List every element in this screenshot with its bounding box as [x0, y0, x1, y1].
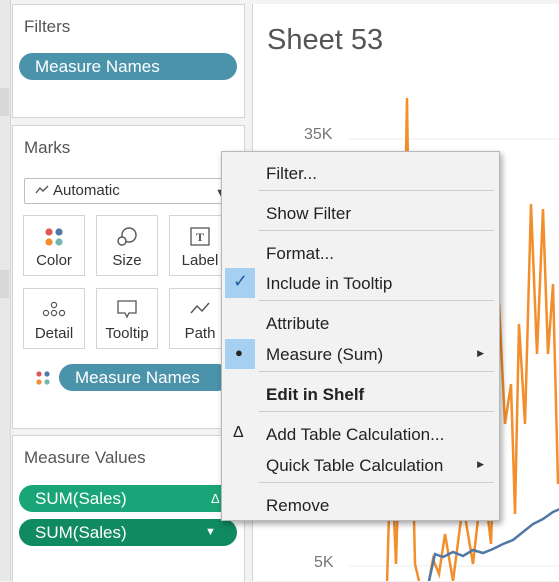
- tooltip-label: Tooltip: [105, 325, 149, 342]
- tooltip-button[interactable]: Tooltip: [96, 288, 158, 349]
- menu-item-include-in-tooltip[interactable]: Include in Tooltip: [266, 274, 392, 294]
- submenu-arrow-icon: ▶: [477, 348, 484, 358]
- size-label: Size: [112, 252, 142, 269]
- measure-values-title: Measure Values: [24, 448, 146, 467]
- detail-label: Detail: [34, 325, 74, 342]
- measure-pill-label: SUM(Sales): [35, 523, 127, 542]
- color-legend-icon: [35, 370, 51, 391]
- detail-button[interactable]: Detail: [23, 288, 85, 349]
- marks-pill-measure-names[interactable]: Measure Names: [59, 364, 231, 391]
- menu-separator: [259, 411, 494, 412]
- mark-type-dropdown[interactable]: Automatic ▼: [24, 178, 233, 204]
- menu-item-add-table-calculation[interactable]: Add Table Calculation...: [266, 425, 444, 445]
- pill-context-menu: Filter... Show Filter Format... ✓ Includ…: [221, 151, 500, 521]
- tooltip-icon: [97, 299, 157, 321]
- filters-shelf: Filters Measure Names: [12, 4, 245, 118]
- radio-bullet-icon: ●: [235, 345, 243, 360]
- mark-type-value: Automatic: [53, 182, 120, 199]
- strip-handle[interactable]: [0, 270, 9, 298]
- check-icon: ✓: [233, 271, 249, 291]
- left-edge-strip: [0, 0, 11, 581]
- svg-text:T: T: [196, 230, 204, 244]
- menu-separator: [259, 482, 494, 483]
- menu-item-measure-sum[interactable]: Measure (Sum): [266, 345, 383, 365]
- color-label: Color: [36, 252, 72, 269]
- menu-item-quick-table-calculation[interactable]: Quick Table Calculation: [266, 456, 443, 476]
- submenu-arrow-icon: ▶: [477, 459, 484, 469]
- filters-title: Filters: [24, 17, 71, 36]
- size-button[interactable]: Size: [96, 215, 158, 276]
- menu-item-show-filter[interactable]: Show Filter: [266, 204, 351, 224]
- delta-icon: Δ: [211, 491, 220, 506]
- menu-separator: [259, 371, 494, 372]
- menu-item-edit-in-shelf[interactable]: Edit in Shelf: [266, 385, 364, 405]
- menu-item-format[interactable]: Format...: [266, 244, 334, 264]
- measure-pill-sales-1[interactable]: SUM(Sales) Δ: [19, 485, 237, 512]
- chevron-down-icon: ▼: [205, 526, 216, 538]
- menu-item-attribute[interactable]: Attribute: [266, 314, 329, 334]
- color-button[interactable]: Color: [23, 215, 85, 276]
- menu-separator: [259, 230, 494, 231]
- delta-icon: Δ: [233, 424, 244, 441]
- detail-icon: [24, 299, 84, 321]
- measure-values-shelf: Measure Values SUM(Sales) Δ SUM(Sales) ▼: [12, 435, 245, 582]
- measure-pill-sales-2[interactable]: SUM(Sales) ▼: [19, 519, 237, 546]
- measure-pill-label: SUM(Sales): [35, 489, 127, 508]
- menu-item-remove[interactable]: Remove: [266, 496, 329, 516]
- size-icon: [97, 226, 157, 248]
- marks-card: Marks Automatic ▼ Color Size T: [12, 125, 245, 429]
- color-icon: [24, 226, 84, 248]
- menu-separator: [259, 300, 494, 301]
- menu-item-filter[interactable]: Filter...: [266, 164, 317, 184]
- line-chart-icon: [35, 185, 49, 194]
- menu-separator: [259, 190, 494, 191]
- marks-title: Marks: [24, 138, 71, 157]
- filter-pill-measure-names[interactable]: Measure Names: [19, 53, 237, 80]
- strip-handle[interactable]: [0, 88, 9, 116]
